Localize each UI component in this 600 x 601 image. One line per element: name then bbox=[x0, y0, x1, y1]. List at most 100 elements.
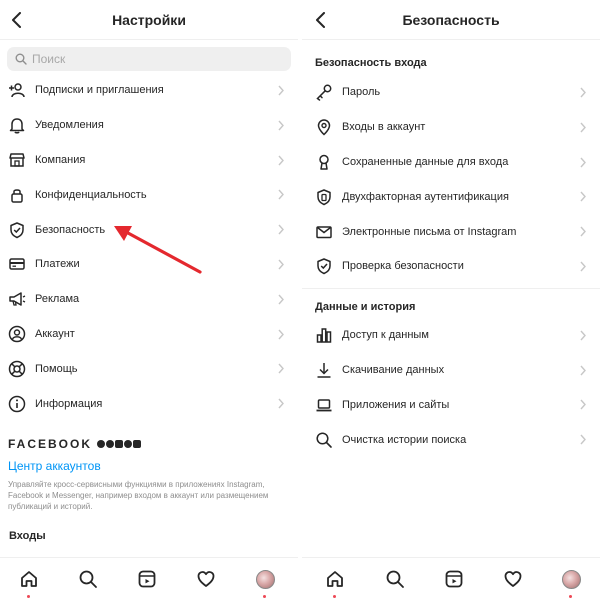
section-title-data-history: Данные и история bbox=[315, 300, 416, 313]
settings-item-security[interactable]: Безопасность bbox=[0, 212, 298, 247]
search-bar[interactable] bbox=[7, 47, 291, 71]
profile-avatar bbox=[255, 569, 275, 589]
bar-chart-icon bbox=[315, 326, 333, 344]
search-icon bbox=[15, 53, 27, 65]
settings-item-info[interactable]: Информация bbox=[0, 386, 298, 421]
settings-item-label: Реклама bbox=[35, 293, 80, 306]
chevron-right-icon bbox=[580, 330, 586, 341]
settings-item-ads[interactable]: Реклама bbox=[0, 282, 298, 317]
tab-home[interactable] bbox=[324, 568, 346, 598]
account-icon bbox=[8, 325, 26, 343]
bottom-tab-bar bbox=[302, 557, 600, 601]
instagram-icon bbox=[115, 440, 124, 448]
notification-dot bbox=[333, 595, 336, 598]
security-item-label: Входы в аккаунт bbox=[342, 121, 426, 134]
notification-dot bbox=[27, 595, 30, 598]
security-item-apps-websites[interactable]: Приложения и сайты bbox=[302, 387, 600, 422]
notification-dot bbox=[263, 595, 266, 598]
security-item-password[interactable]: Пароль bbox=[302, 75, 600, 110]
bell-icon bbox=[8, 116, 26, 134]
heart-icon bbox=[504, 571, 522, 587]
facebook-wordmark: FACEBOOK bbox=[8, 437, 93, 451]
profile-avatar bbox=[561, 569, 581, 589]
shield-check-icon bbox=[8, 221, 26, 239]
data-history-list: Доступ к данным Скачивание данных Прилож… bbox=[302, 318, 600, 457]
security-item-security-checkup[interactable]: Проверка безопасности bbox=[302, 249, 600, 284]
chevron-right-icon bbox=[278, 329, 284, 340]
search-icon bbox=[386, 570, 404, 588]
tab-reels[interactable] bbox=[443, 568, 465, 590]
accounts-center-description: Управляйте кросс-сервисными функциями в … bbox=[8, 480, 269, 511]
security-item-label: Двухфакторная аутентификация bbox=[342, 190, 509, 203]
settings-header: Настройки bbox=[0, 0, 298, 40]
search-input[interactable] bbox=[32, 52, 262, 66]
settings-item-subscriptions[interactable]: Подписки и приглашения bbox=[0, 73, 298, 108]
page-title: Настройки bbox=[112, 12, 186, 28]
tab-profile[interactable] bbox=[560, 568, 582, 598]
security-item-download-data[interactable]: Скачивание данных bbox=[302, 353, 600, 388]
shield-phone-icon bbox=[315, 188, 333, 206]
security-item-label: Приложения и сайты bbox=[342, 398, 450, 411]
settings-item-privacy[interactable]: Конфиденциальность bbox=[0, 177, 298, 212]
chevron-right-icon bbox=[580, 122, 586, 133]
chevron-right-icon bbox=[278, 85, 284, 96]
security-item-saved-login[interactable]: Сохраненные данные для входа bbox=[302, 145, 600, 180]
chevron-right-icon bbox=[278, 259, 284, 270]
shop-icon bbox=[8, 151, 26, 169]
search-icon bbox=[79, 570, 97, 588]
chevron-right-icon bbox=[580, 399, 586, 410]
security-item-clear-search[interactable]: Очистка истории поиска bbox=[302, 422, 600, 457]
megaphone-icon bbox=[8, 290, 26, 308]
security-item-two-factor[interactable]: Двухфакторная аутентификация bbox=[302, 179, 600, 214]
notification-dot bbox=[569, 595, 572, 598]
section-title-login-security: Безопасность входа bbox=[315, 57, 427, 69]
key-icon bbox=[315, 83, 333, 102]
tab-profile[interactable] bbox=[254, 568, 276, 598]
settings-item-payments[interactable]: Платежи bbox=[0, 247, 298, 282]
settings-item-label: Помощь bbox=[35, 362, 78, 375]
home-icon bbox=[21, 571, 37, 587]
security-item-label: Сохраненные данные для входа bbox=[342, 155, 509, 168]
laptop-icon bbox=[315, 396, 333, 414]
settings-item-help[interactable]: Помощь bbox=[0, 351, 298, 386]
chevron-right-icon bbox=[278, 398, 284, 409]
login-security-list: Пароль Входы в аккаунт Сохраненные данны… bbox=[302, 75, 600, 284]
messenger-icon bbox=[106, 440, 115, 448]
home-icon bbox=[327, 571, 343, 587]
add-person-icon bbox=[8, 81, 26, 99]
settings-item-label: Аккаунт bbox=[35, 327, 75, 340]
lifebuoy-icon bbox=[8, 360, 26, 378]
whatsapp-icon bbox=[124, 440, 133, 448]
tab-activity[interactable] bbox=[502, 568, 524, 590]
settings-item-notifications[interactable]: Уведомления bbox=[0, 108, 298, 143]
tab-search[interactable] bbox=[384, 568, 406, 590]
settings-item-company[interactable]: Компания bbox=[0, 143, 298, 178]
chevron-right-icon bbox=[580, 87, 586, 98]
settings-item-account[interactable]: Аккаунт bbox=[0, 317, 298, 352]
settings-item-label: Безопасность bbox=[35, 223, 106, 236]
security-item-login-activity[interactable]: Входы в аккаунт bbox=[302, 110, 600, 145]
security-item-label: Очистка истории поиска bbox=[342, 433, 467, 446]
chevron-right-icon bbox=[580, 226, 586, 237]
logins-section-title: Входы bbox=[9, 530, 46, 542]
download-icon bbox=[315, 361, 333, 379]
chevron-right-icon bbox=[278, 363, 284, 374]
tab-activity[interactable] bbox=[195, 568, 217, 590]
chevron-right-icon bbox=[278, 189, 284, 200]
settings-item-label: Уведомления bbox=[35, 119, 104, 132]
security-item-access-data[interactable]: Доступ к данным bbox=[302, 318, 600, 353]
reels-icon bbox=[138, 570, 156, 588]
tab-search[interactable] bbox=[77, 568, 99, 590]
facebook-icon bbox=[97, 440, 106, 448]
tab-home[interactable] bbox=[18, 568, 40, 598]
page-title: Безопасность bbox=[402, 12, 500, 28]
settings-list: Подписки и приглашения Уведомления Компа… bbox=[0, 73, 298, 421]
security-item-emails[interactable]: Электронные письма от Instagram bbox=[302, 214, 600, 249]
shield-check-icon bbox=[315, 257, 333, 275]
location-pin-icon bbox=[315, 118, 333, 136]
search-icon bbox=[315, 431, 333, 449]
tab-reels[interactable] bbox=[136, 568, 158, 590]
accounts-center-link[interactable]: Центр аккаунтов bbox=[8, 459, 293, 473]
portal-icon bbox=[133, 440, 142, 448]
lock-icon bbox=[8, 186, 26, 204]
